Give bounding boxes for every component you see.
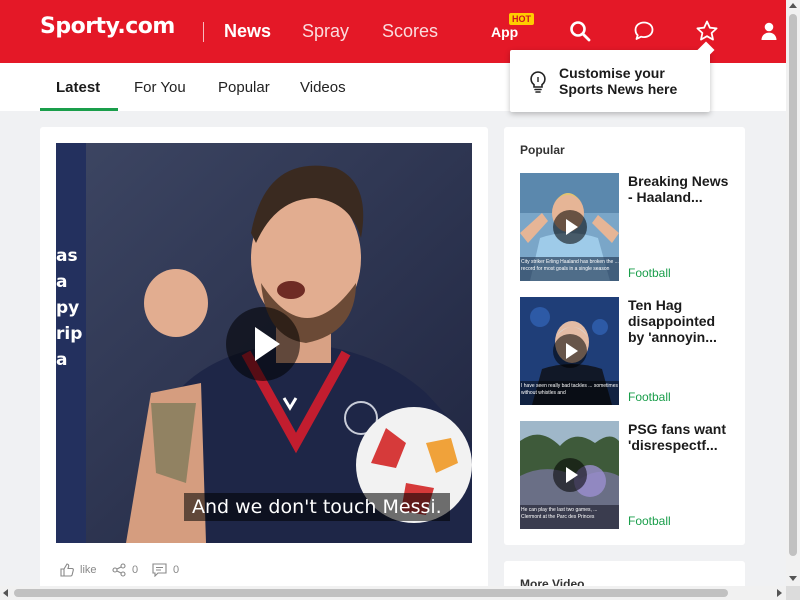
comment-icon — [152, 563, 167, 577]
customise-tooltip[interactable]: Customise your Sports News here — [510, 50, 710, 112]
horizontal-scroll-thumb[interactable] — [14, 589, 728, 597]
vertical-scrollbar[interactable] — [786, 0, 800, 586]
tab-latest[interactable]: Latest — [56, 79, 100, 96]
nav-app[interactable]: App — [491, 24, 518, 40]
logo-divider — [203, 22, 204, 42]
popular-section: Popular City striker Erling Haaland has … — [504, 127, 745, 545]
tooltip-text: Customise your Sports News here — [559, 65, 678, 97]
popular-headline[interactable]: PSG fans want 'disrespectf... — [628, 421, 734, 473]
category-label[interactable]: Football — [628, 266, 671, 280]
popular-item[interactable]: City striker Erling Haaland has broken t… — [520, 173, 734, 281]
tab-for-you[interactable]: For You — [134, 79, 186, 96]
play-button[interactable] — [553, 334, 587, 368]
scroll-up-arrow[interactable] — [789, 3, 797, 8]
comment-button[interactable]: 0 — [152, 563, 179, 577]
like-button[interactable]: like — [60, 563, 97, 577]
horizontal-scrollbar[interactable] — [0, 586, 786, 600]
popular-item[interactable]: He can play the last two games, ... Cler… — [520, 421, 734, 529]
thumbnail-caption: He can play the last two games, ... Cler… — [521, 507, 598, 520]
video-thumbnail[interactable]: City striker Erling Haaland has broken t… — [520, 173, 619, 281]
play-button[interactable] — [226, 307, 300, 381]
thumbs-up-icon — [60, 563, 74, 577]
play-button[interactable] — [553, 210, 587, 244]
video-caption: And we don't touch Messi. — [184, 493, 450, 521]
scroll-left-arrow[interactable] — [3, 589, 8, 597]
popular-item[interactable]: I have seen really bad tackles ... somet… — [520, 297, 734, 405]
search-icon[interactable] — [568, 19, 592, 43]
featured-video-card: as a py rip a And we don't touch Messi. … — [40, 127, 488, 600]
sporty-logo[interactable]: Sporty.com — [40, 14, 175, 39]
category-label[interactable]: Football — [628, 514, 671, 528]
like-label: like — [80, 564, 97, 576]
video-thumbnail[interactable]: I have seen really bad tackles ... somet… — [520, 297, 619, 405]
popular-headline[interactable]: Ten Hag disappointed by 'annoyin... — [628, 297, 734, 349]
tab-popular[interactable]: Popular — [218, 79, 270, 96]
active-tab-indicator — [40, 108, 118, 111]
thumbnail-caption: I have seen really bad tackles ... somet… — [521, 383, 618, 396]
comment-count: 0 — [173, 564, 180, 576]
scroll-down-arrow[interactable] — [789, 576, 797, 581]
featured-video-player[interactable]: as a py rip a And we don't touch Messi. — [56, 143, 472, 543]
share-icon — [112, 563, 126, 577]
chat-icon[interactable] — [632, 19, 656, 43]
video-side-text: as a py rip a — [56, 246, 83, 370]
share-button[interactable]: 0 — [112, 563, 138, 577]
scroll-right-arrow[interactable] — [777, 589, 782, 597]
vertical-scroll-thumb[interactable] — [789, 14, 797, 556]
video-thumbnail[interactable]: He can play the last two games, ... Cler… — [520, 421, 619, 529]
lightbulb-icon — [530, 71, 546, 93]
nav-scores[interactable]: Scores — [382, 21, 438, 42]
popular-title: Popular — [520, 143, 565, 157]
star-icon[interactable] — [695, 19, 719, 43]
tab-videos[interactable]: Videos — [300, 79, 346, 96]
hot-badge: HOT — [509, 13, 534, 25]
nav-spray[interactable]: Spray — [302, 21, 349, 42]
share-count: 0 — [132, 564, 139, 576]
thumbnail-caption: City striker Erling Haaland has broken t… — [521, 259, 619, 272]
play-button[interactable] — [553, 458, 587, 492]
user-icon[interactable] — [757, 19, 781, 43]
popular-headline[interactable]: Breaking News - Haaland... — [628, 173, 734, 225]
nav-news[interactable]: News — [224, 21, 271, 42]
category-label[interactable]: Football — [628, 390, 671, 404]
scrollbar-corner — [786, 586, 800, 600]
